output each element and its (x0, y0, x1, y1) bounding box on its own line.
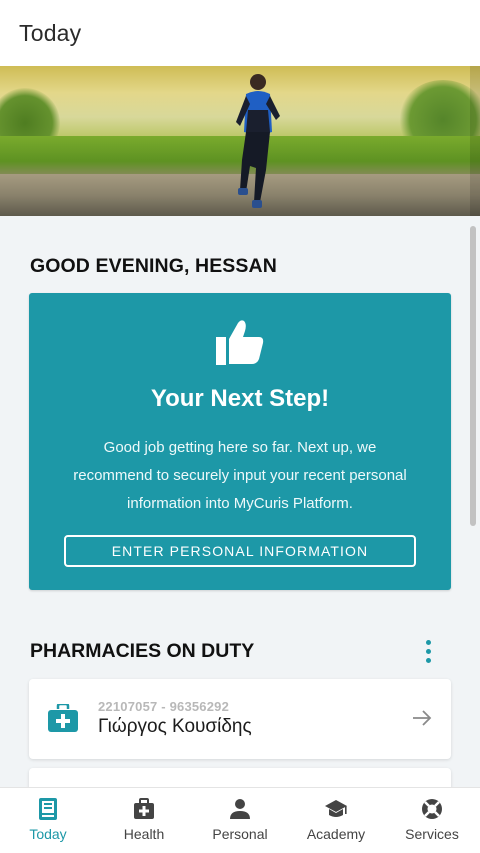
arrow-right-icon[interactable] (412, 709, 432, 727)
next-step-description: Good job getting here so far. Next up, w… (73, 439, 407, 512)
pharmacy-phone: 22107057 - 96356292 (98, 699, 230, 714)
nav-academy[interactable]: Academy (288, 788, 384, 853)
nav-label: Services (405, 826, 459, 842)
medical-bag-icon (134, 798, 154, 819)
nav-personal[interactable]: Personal (192, 788, 288, 853)
nav-label: Academy (306, 826, 366, 842)
runner-figure (236, 74, 280, 208)
next-step-title: Your Next Step! (150, 385, 330, 412)
pharmacy-list-item[interactable] (29, 768, 451, 787)
nav-label: Today (29, 826, 67, 842)
scrollbar[interactable] (470, 226, 476, 526)
pharmacy-name: Γιώργος Κουσίδης (98, 716, 252, 737)
nav-label: Health (123, 826, 165, 842)
pharmacies-heading: PHARMACIES ON DUTY (30, 640, 255, 662)
more-options-icon[interactable] (418, 635, 438, 667)
nav-health[interactable]: Health (96, 788, 192, 853)
bottom-navigation: Today Health Personal Academy Services (0, 787, 480, 853)
page-title: Today (19, 19, 82, 46)
today-feed[interactable]: GOOD EVENING, HESSAN Your Next Step! Goo… (0, 66, 480, 787)
next-step-card: Your Next Step! Good job getting here so… (29, 293, 451, 590)
nav-services[interactable]: Services (384, 788, 480, 853)
nav-label: Personal (212, 826, 268, 842)
person-icon (230, 799, 250, 819)
nav-today[interactable]: Today (0, 788, 96, 853)
graduation-cap-icon (325, 800, 347, 817)
hero-image (0, 66, 480, 216)
today-icon (39, 798, 57, 820)
lifebuoy-icon (422, 799, 442, 819)
pharmacy-list-item[interactable]: 22107057 - 96356292 Γιώργος Κουσίδης (29, 679, 451, 759)
thumbs-up-icon (216, 320, 264, 365)
greeting-heading: GOOD EVENING, HESSAN (30, 255, 277, 277)
app-bar: Today (0, 0, 480, 66)
enter-personal-information-button[interactable]: ENTER PERSONAL INFORMATION (64, 535, 416, 567)
first-aid-kit-icon (48, 704, 78, 732)
